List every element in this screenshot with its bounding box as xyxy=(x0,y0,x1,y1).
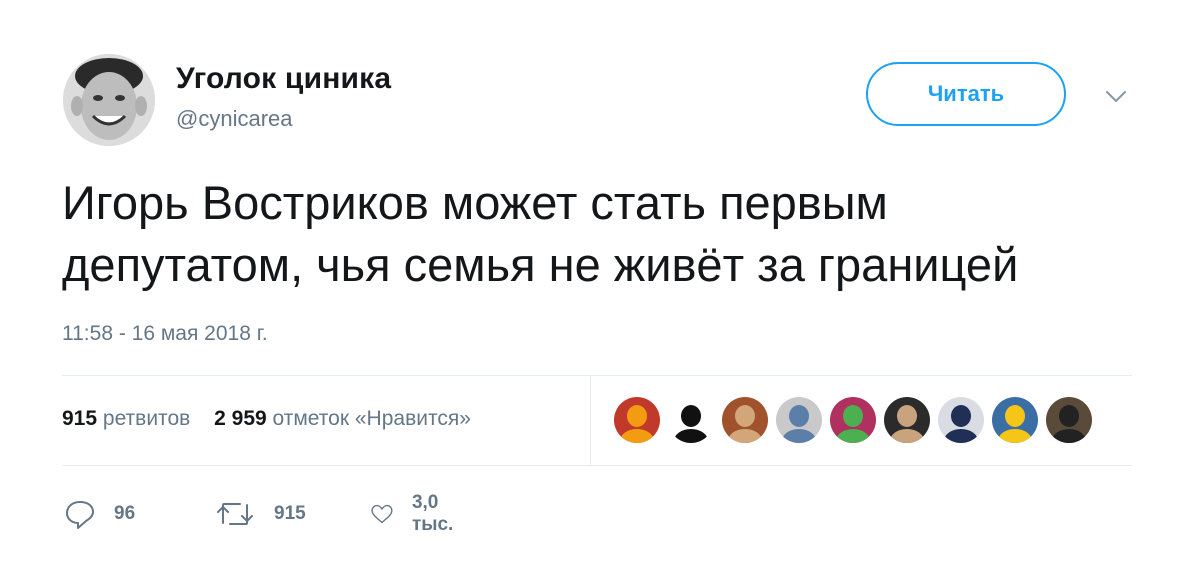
divider-top xyxy=(62,375,1132,376)
tweet-text: Игорь Востриков может стать первым депут… xyxy=(62,172,1172,296)
retweet-button[interactable]: 915 xyxy=(214,497,306,531)
liker-avatar-9 xyxy=(1046,397,1092,443)
liker-avatar[interactable] xyxy=(938,397,984,443)
tweet-menu-button[interactable] xyxy=(1104,88,1128,106)
liker-avatar[interactable] xyxy=(884,397,930,443)
retweets-count: 915 xyxy=(62,407,98,430)
retweets-stat[interactable]: 915 ретвитов xyxy=(62,407,190,431)
liker-avatar[interactable] xyxy=(668,397,714,443)
liker-avatar-5 xyxy=(830,397,876,443)
liker-avatar[interactable] xyxy=(614,397,660,443)
liker-avatar[interactable] xyxy=(992,397,1038,443)
liker-avatar-3 xyxy=(722,397,768,443)
tweet-text-line: Игорь Востриков может стать первым xyxy=(62,176,888,229)
liker-avatar-4 xyxy=(776,397,822,443)
liker-avatar[interactable] xyxy=(830,397,876,443)
liker-avatar[interactable] xyxy=(776,397,822,443)
liker-avatar[interactable] xyxy=(722,397,768,443)
liker-avatar-8 xyxy=(992,397,1038,443)
avatar-smiling-man-icon xyxy=(63,54,155,146)
like-button[interactable]: 3,0 тыс. xyxy=(370,492,463,535)
likes-count: 2 959 xyxy=(214,407,267,430)
tweet-card: Уголок циника @cynicarea Читать Игорь Во… xyxy=(0,0,1200,578)
retweet-icon xyxy=(217,503,253,525)
author-handle[interactable]: @cynicarea xyxy=(176,106,293,132)
likes-label: отметок «Нравится» xyxy=(272,407,471,430)
divider-bottom xyxy=(62,465,1132,466)
tweet-text-line: депутатом, чья семья не живёт за границе… xyxy=(62,238,1019,291)
divider-vertical xyxy=(590,376,591,465)
reply-button[interactable]: 96 xyxy=(64,497,135,531)
liker-avatar-6 xyxy=(884,397,930,443)
liker-avatar-1 xyxy=(614,397,660,443)
chevron-down-icon xyxy=(1106,91,1126,102)
reply-icon xyxy=(66,501,94,529)
tweet-stats: 915 ретвитов 2 959 отметок «Нравится» xyxy=(62,407,489,431)
liker-avatar[interactable] xyxy=(1046,397,1092,443)
heart-icon xyxy=(371,504,393,524)
reply-count: 96 xyxy=(114,503,136,524)
likes-stat[interactable]: 2 959 отметок «Нравится» xyxy=(214,407,471,431)
liker-avatar-2 xyxy=(668,397,714,443)
liker-avatar-7 xyxy=(938,397,984,443)
tweet-timestamp[interactable]: 11:58 - 16 мая 2018 г. xyxy=(62,322,268,346)
follow-button[interactable]: Читать xyxy=(866,62,1066,126)
retweet-count: 915 xyxy=(274,503,306,524)
retweets-label: ретвитов xyxy=(102,407,191,430)
author-avatar[interactable] xyxy=(63,54,155,146)
author-display-name[interactable]: Уголок циника xyxy=(176,62,391,96)
like-count: 3,0 тыс. xyxy=(411,492,454,535)
